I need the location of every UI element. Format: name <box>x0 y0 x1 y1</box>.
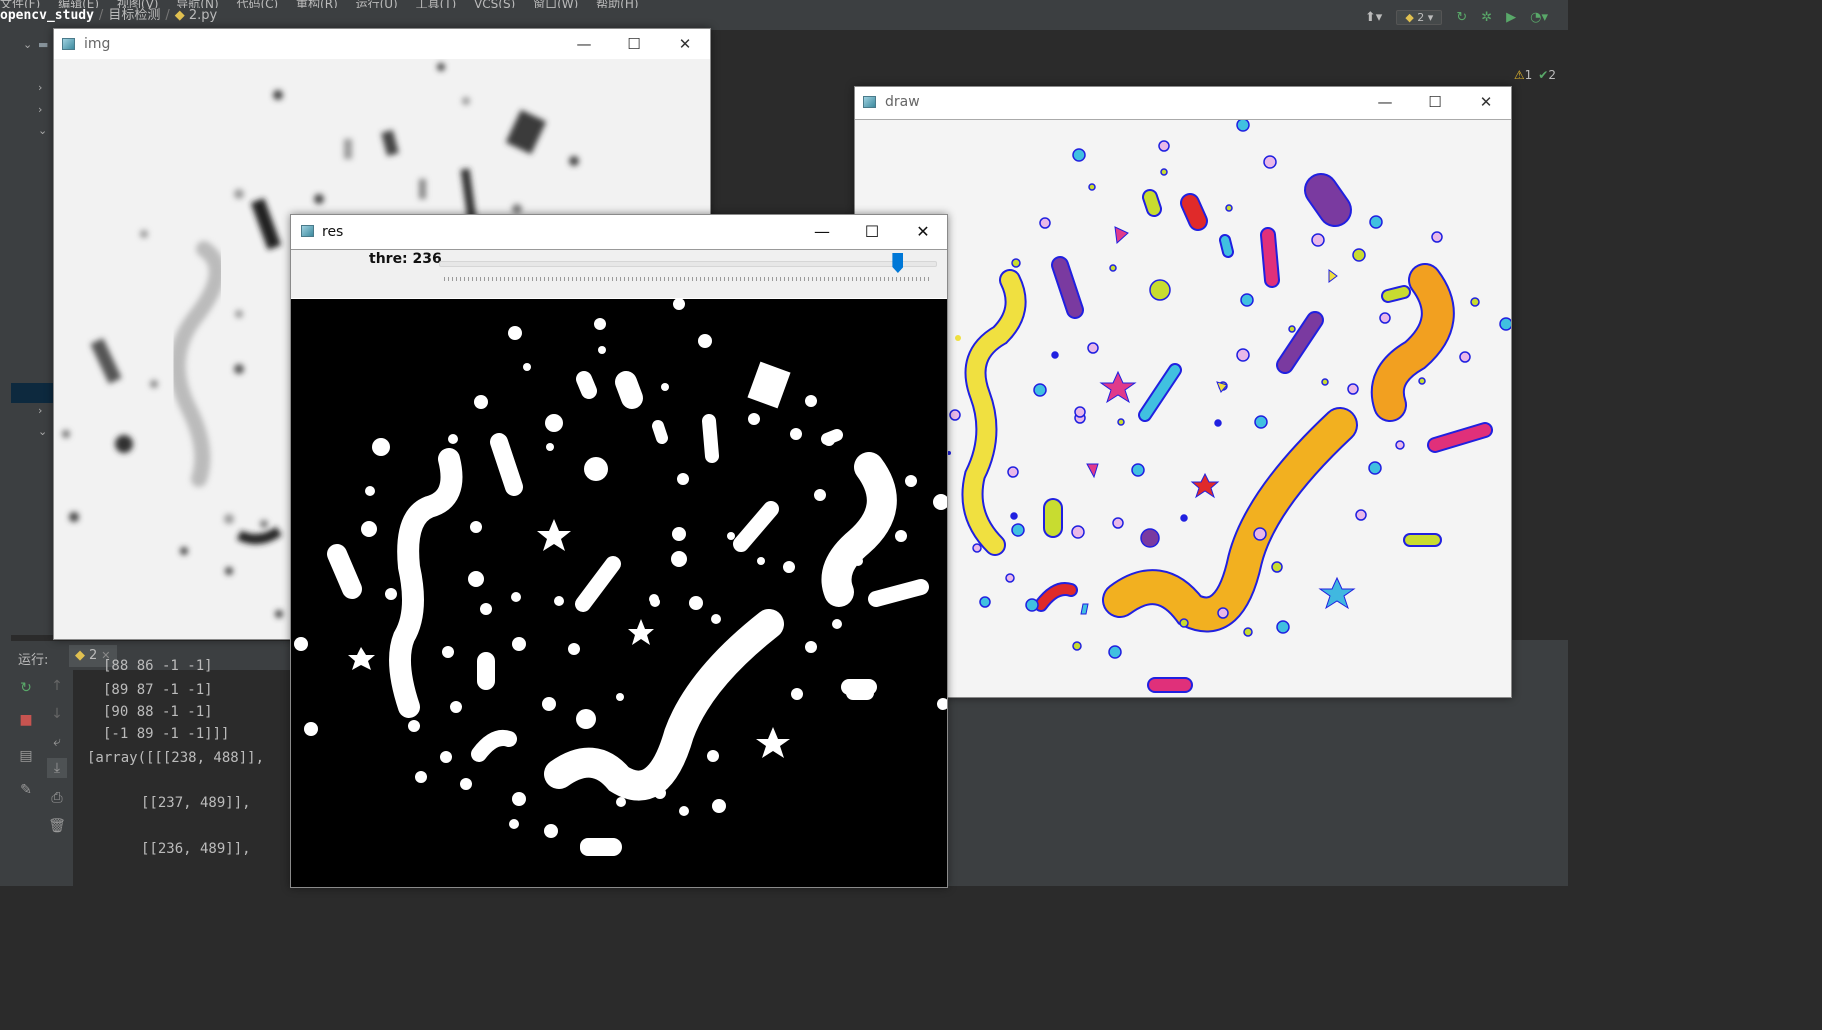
res-window-title: res <box>322 224 344 240</box>
trackbar-track[interactable] <box>439 261 937 267</box>
soft-wrap-icon[interactable]: ⤶ <box>47 732 67 752</box>
menu-view[interactable]: 视图(V) <box>117 0 159 8</box>
project-panel: ⌄ ▬ › › ⌄ › ⌄ <box>11 30 55 635</box>
menu-tools[interactable]: 工具(T) <box>416 0 457 8</box>
opencv-window-icon <box>62 38 75 50</box>
img-titlebar[interactable]: img — ☐ ✕ <box>54 29 710 59</box>
tree-node[interactable]: › <box>11 81 55 101</box>
vcs-update-icon[interactable]: ⬆▾ <box>1365 10 1382 25</box>
res-window[interactable]: res — ☐ ✕ thre: 236 <box>290 214 948 888</box>
scroll-up-icon[interactable]: ↑ <box>47 676 67 696</box>
draw-window-title: draw <box>885 94 920 110</box>
close-button[interactable]: ✕ <box>1475 91 1497 113</box>
console-line: [89 87 -1 -1] <box>103 682 213 698</box>
scroll-to-end-icon[interactable]: ⤓ <box>47 758 67 778</box>
draw-canvas <box>855 119 1511 697</box>
warning-icon: ⚠ <box>1513 68 1525 82</box>
console-line: [[236, 489]], <box>141 841 251 857</box>
layout-icon[interactable]: ▤ <box>16 746 36 766</box>
menu-bar: 文件(F) 编辑(E) 视图(V) 导航(N) 代码(C) 重构(R) 运行(U… <box>0 0 1568 8</box>
run-panel-label: 运行: <box>18 653 49 668</box>
console-line: [-1 89 -1 -1]]] <box>103 726 230 742</box>
console-line: [array([[[238, 488]], <box>87 750 265 766</box>
trackbar-thumb[interactable] <box>892 253 904 273</box>
run-toolbar: ⬆▾ ◆ 2 ▾ ↻ ✲ ▶ ◔▾ <box>1365 10 1548 25</box>
menu-help[interactable]: 帮助(H) <box>596 0 638 8</box>
menu-navigate[interactable]: 导航(N) <box>176 0 218 8</box>
console-line: [88 86 -1 -1] <box>103 658 213 674</box>
maximize-button[interactable]: ☐ <box>1424 91 1446 113</box>
menu-edit[interactable]: 编辑(E) <box>58 0 99 8</box>
python-icon: ◆ <box>75 648 85 663</box>
warning-count: 1 <box>1524 68 1533 82</box>
tree-node[interactable]: › <box>11 103 55 123</box>
tree-node[interactable]: › <box>11 404 55 424</box>
inspection-widget[interactable]: ⚠1 ✔2 <box>1514 68 1556 82</box>
pin-icon[interactable]: ✎ <box>16 780 36 800</box>
console-line: [90 88 -1 -1] <box>103 704 213 720</box>
close-button[interactable]: ✕ <box>911 220 935 244</box>
rerun-icon[interactable]: ↻ <box>1456 10 1467 25</box>
res-canvas <box>291 299 947 887</box>
menu-vcs[interactable]: VCS(S) <box>474 0 515 8</box>
tree-node-selected[interactable] <box>11 383 55 403</box>
menu-window[interactable]: 窗口(W) <box>533 0 578 8</box>
maximize-button[interactable]: ☐ <box>860 220 884 244</box>
close-button[interactable]: ✕ <box>674 33 696 55</box>
menu-run[interactable]: 运行(U) <box>356 0 398 8</box>
check-icon: ✔ <box>1538 68 1549 82</box>
draw-window[interactable]: draw — ☐ ✕ <box>854 86 1512 698</box>
run-config-selector[interactable]: ◆ 2 ▾ <box>1396 10 1443 25</box>
menu-file[interactable]: 文件(F) <box>0 0 40 8</box>
trackbar-label: thre: 236 <box>369 251 442 267</box>
trackbar-ticks <box>444 277 932 281</box>
run-config-label: 2 <box>1417 11 1425 24</box>
console-line: [[237, 489]], <box>141 795 251 811</box>
opencv-window-icon <box>863 96 876 108</box>
minimize-button[interactable]: — <box>1374 91 1396 113</box>
breadcrumb: opencv_study / 目标检测 / ◆ 2.py <box>0 8 218 23</box>
binary-threshold-image <box>294 299 947 856</box>
project-root-row[interactable]: ⌄ ▬ <box>11 36 55 56</box>
run-tab-label: 2 <box>89 648 98 663</box>
menu-code[interactable]: 代码(C) <box>236 0 278 8</box>
python-config-icon: ◆ <box>1405 11 1414 24</box>
python-file-icon: ◆ <box>174 8 185 23</box>
maximize-button[interactable]: ☐ <box>623 33 645 55</box>
breadcrumb-folder[interactable]: 目标检测 <box>108 8 160 23</box>
print-icon[interactable]: ⎙ <box>47 788 67 808</box>
img-window-title: img <box>84 36 111 52</box>
breadcrumb-project[interactable]: opencv_study <box>0 8 94 23</box>
console-output[interactable]: [88 86 -1 -1] [89 87 -1 -1] [90 88 -1 -1… <box>73 658 291 886</box>
contour-drawing <box>947 120 1511 693</box>
draw-titlebar[interactable]: draw — ☐ ✕ <box>855 87 1511 117</box>
minimize-button[interactable]: — <box>573 33 595 55</box>
stop-button[interactable]: ■ <box>16 710 36 730</box>
res-titlebar[interactable]: res — ☐ ✕ <box>291 215 947 250</box>
trash-icon[interactable]: 🗑 <box>47 816 67 836</box>
scroll-down-icon[interactable]: ↓ <box>47 704 67 724</box>
run-toolbar-vertical: ↻ ↑ ↓ ■ ⤶ ▤ ⤓ ✎ ⎙ 🗑 <box>11 670 73 886</box>
trackbar-panel: thre: 236 <box>291 250 947 298</box>
minimize-button[interactable]: — <box>810 220 834 244</box>
run-icon[interactable]: ▶ <box>1506 10 1516 25</box>
folder-icon: ▬ <box>38 38 49 51</box>
tree-node[interactable]: ⌄ <box>11 425 55 445</box>
tree-node[interactable]: ⌄ <box>11 124 55 144</box>
profile-icon[interactable]: ◔▾ <box>1530 10 1548 25</box>
opencv-window-icon <box>301 225 314 237</box>
debug-icon[interactable]: ✲ <box>1481 10 1492 25</box>
menu-refactor[interactable]: 重构(R) <box>296 0 338 8</box>
rerun-button[interactable]: ↻ <box>16 678 36 698</box>
ok-count: 2 <box>1548 68 1556 82</box>
breadcrumb-file[interactable]: 2.py <box>189 8 217 23</box>
